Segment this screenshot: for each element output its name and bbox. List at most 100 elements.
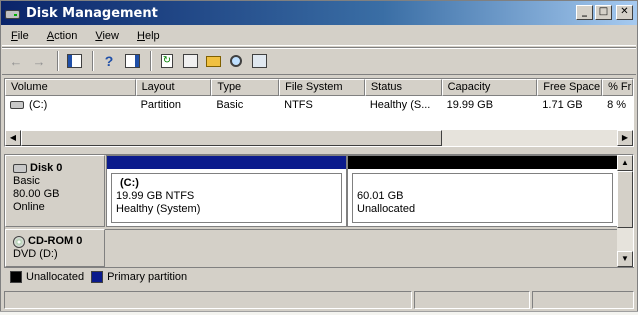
cell-layout: Partition xyxy=(140,99,181,111)
settings-icon[interactable] xyxy=(249,51,269,71)
cell-percent-free: 8 % xyxy=(607,99,627,111)
legend: Unallocated Primary partition xyxy=(4,267,634,286)
horizontal-scroll-track[interactable] xyxy=(442,130,617,146)
minimize-button[interactable]: _ xyxy=(576,5,593,20)
column-free-space[interactable]: Free Space xyxy=(537,79,603,96)
vertical-scrollbar[interactable]: ▲ ▼ xyxy=(617,155,633,267)
scroll-down-icon[interactable]: ▼ xyxy=(617,251,633,267)
primary-partition-bar xyxy=(107,156,346,169)
unallocated-name xyxy=(357,177,612,190)
partition-c[interactable]: (C:) 19.99 GB NTFS Healthy (System) xyxy=(106,155,347,227)
legend-unallocated: Unallocated xyxy=(26,271,85,283)
disk-map-view[interactable]: Disk 0 Basic 80.00 GB Online (C:) 19.99 … xyxy=(4,154,634,268)
close-button[interactable]: ✕ xyxy=(616,5,633,20)
back-arrow-icon[interactable]: ← xyxy=(6,51,26,71)
horizontal-scroll-thumb[interactable] xyxy=(21,130,442,146)
toolbar-separator xyxy=(92,51,94,71)
primary-partition-swatch xyxy=(91,271,104,283)
disk-0-label[interactable]: Disk 0 Basic 80.00 GB Online xyxy=(5,155,105,227)
cell-file-system: NTFS xyxy=(284,99,313,111)
toolbar-separator xyxy=(57,51,59,71)
volume-list[interactable]: Volume Layout Type File System Status Ca… xyxy=(4,78,634,147)
disk-0-state: Online xyxy=(13,201,45,213)
column-capacity[interactable]: Capacity xyxy=(441,79,538,96)
disk-0-name-text: Disk 0 xyxy=(30,162,63,174)
scroll-left-icon[interactable]: ◀ xyxy=(5,130,21,146)
toolbar-separator xyxy=(150,51,152,71)
cell-type: Basic xyxy=(216,99,244,111)
unallocated-size: 60.01 GB xyxy=(357,190,404,202)
scroll-up-icon[interactable]: ▲ xyxy=(617,155,633,171)
menu-file-label: ile xyxy=(17,29,29,42)
disk-0-size: 80.00 GB xyxy=(13,188,60,200)
legend-primary-partition: Primary partition xyxy=(107,271,188,283)
disk-0-name: Disk 0 xyxy=(13,162,104,175)
status-bar xyxy=(2,290,636,310)
partition-c-status: Healthy (System) xyxy=(116,203,201,215)
unallocated-swatch xyxy=(10,271,22,283)
menu-file-mnemonic: F xyxy=(11,29,18,42)
menu-action[interactable]: Action xyxy=(38,30,87,42)
unallocated-status: Unallocated xyxy=(357,203,416,215)
menu-action-mnemonic: A xyxy=(46,29,55,42)
partition-c-name: (C:) xyxy=(120,177,139,189)
cell-capacity: 19.99 GB xyxy=(446,99,494,111)
help-icon[interactable]: ? xyxy=(99,51,119,71)
status-pane-2 xyxy=(414,291,530,309)
restore-button[interactable]: □ xyxy=(595,5,612,20)
column-percent-free[interactable]: % Fr xyxy=(602,79,633,96)
menu-bar: File Action View Help xyxy=(2,26,636,46)
unallocated-details: 60.01 GB Unallocated xyxy=(352,173,613,223)
cell-volume: (C:) xyxy=(5,97,136,114)
cdrom-0-drive: DVD (D:) xyxy=(13,248,58,260)
column-status[interactable]: Status xyxy=(364,79,442,96)
menu-help-label: elp xyxy=(144,29,160,42)
cdrom-0-name: CD-ROM 0 xyxy=(13,235,104,248)
cdrom-0-label[interactable]: CD-ROM 0 DVD (D:) xyxy=(5,229,105,267)
window-controls: _ □ ✕ xyxy=(576,5,633,20)
column-file-system[interactable]: File System xyxy=(279,79,365,96)
cell-free-space: 1.71 GB xyxy=(542,99,583,111)
disk-0-type: Basic xyxy=(13,175,40,187)
properties-icon[interactable] xyxy=(180,51,200,71)
open-folder-icon[interactable] xyxy=(203,51,223,71)
explore-icon[interactable] xyxy=(226,51,246,71)
cell-volume-text: (C:) xyxy=(29,99,48,111)
vertical-scroll-thumb[interactable] xyxy=(617,171,633,228)
status-pane-3 xyxy=(532,291,634,309)
volume-icon xyxy=(10,101,24,109)
cdrom-0-row[interactable]: CD-ROM 0 DVD (D:) xyxy=(5,229,618,267)
menu-file[interactable]: File xyxy=(2,30,38,42)
horizontal-scrollbar[interactable]: ◀ ▶ xyxy=(5,130,633,146)
cell-status: Healthy (S... xyxy=(369,99,431,111)
forward-arrow-icon[interactable]: → xyxy=(29,51,49,71)
column-layout[interactable]: Layout xyxy=(135,79,212,96)
cdrom-icon xyxy=(13,235,25,248)
partition-c-details: (C:) 19.99 GB NTFS Healthy (System) xyxy=(111,173,342,223)
title-bar[interactable]: Disk Management _ □ ✕ xyxy=(1,1,637,25)
window-title: Disk Management xyxy=(26,5,158,21)
disk-0-row[interactable]: Disk 0 Basic 80.00 GB Online (C:) 19.99 … xyxy=(5,155,618,227)
disk-management-app-icon[interactable] xyxy=(5,5,21,21)
action-pane-icon[interactable] xyxy=(122,51,142,71)
menu-view-label: iew xyxy=(102,29,119,42)
column-volume[interactable]: Volume xyxy=(5,79,136,96)
cdrom-0-media-area[interactable] xyxy=(105,229,618,267)
unallocated-bar xyxy=(348,156,617,169)
menu-help-mnemonic: H xyxy=(137,29,145,42)
disk-management-window: Disk Management _ □ ✕ File Action View H… xyxy=(0,0,638,315)
scroll-right-icon[interactable]: ▶ xyxy=(617,130,633,146)
menu-action-label: ction xyxy=(54,29,78,42)
show-hide-console-tree-icon[interactable] xyxy=(64,51,84,71)
column-type[interactable]: Type xyxy=(211,79,280,96)
hard-disk-icon xyxy=(13,164,27,173)
cdrom-0-name-text: CD-ROM 0 xyxy=(28,235,83,247)
menu-view[interactable]: View xyxy=(86,30,128,42)
table-row[interactable]: (C:) Partition Basic NTFS Healthy (S... … xyxy=(5,97,633,114)
status-pane-main xyxy=(4,291,412,309)
toolbar: ← → ? ↻ xyxy=(2,47,636,75)
partition-c-size: 19.99 GB NTFS xyxy=(116,190,195,202)
refresh-icon[interactable]: ↻ xyxy=(157,51,177,71)
partition-unallocated[interactable]: 60.01 GB Unallocated xyxy=(347,155,618,227)
menu-help[interactable]: Help xyxy=(128,30,169,42)
